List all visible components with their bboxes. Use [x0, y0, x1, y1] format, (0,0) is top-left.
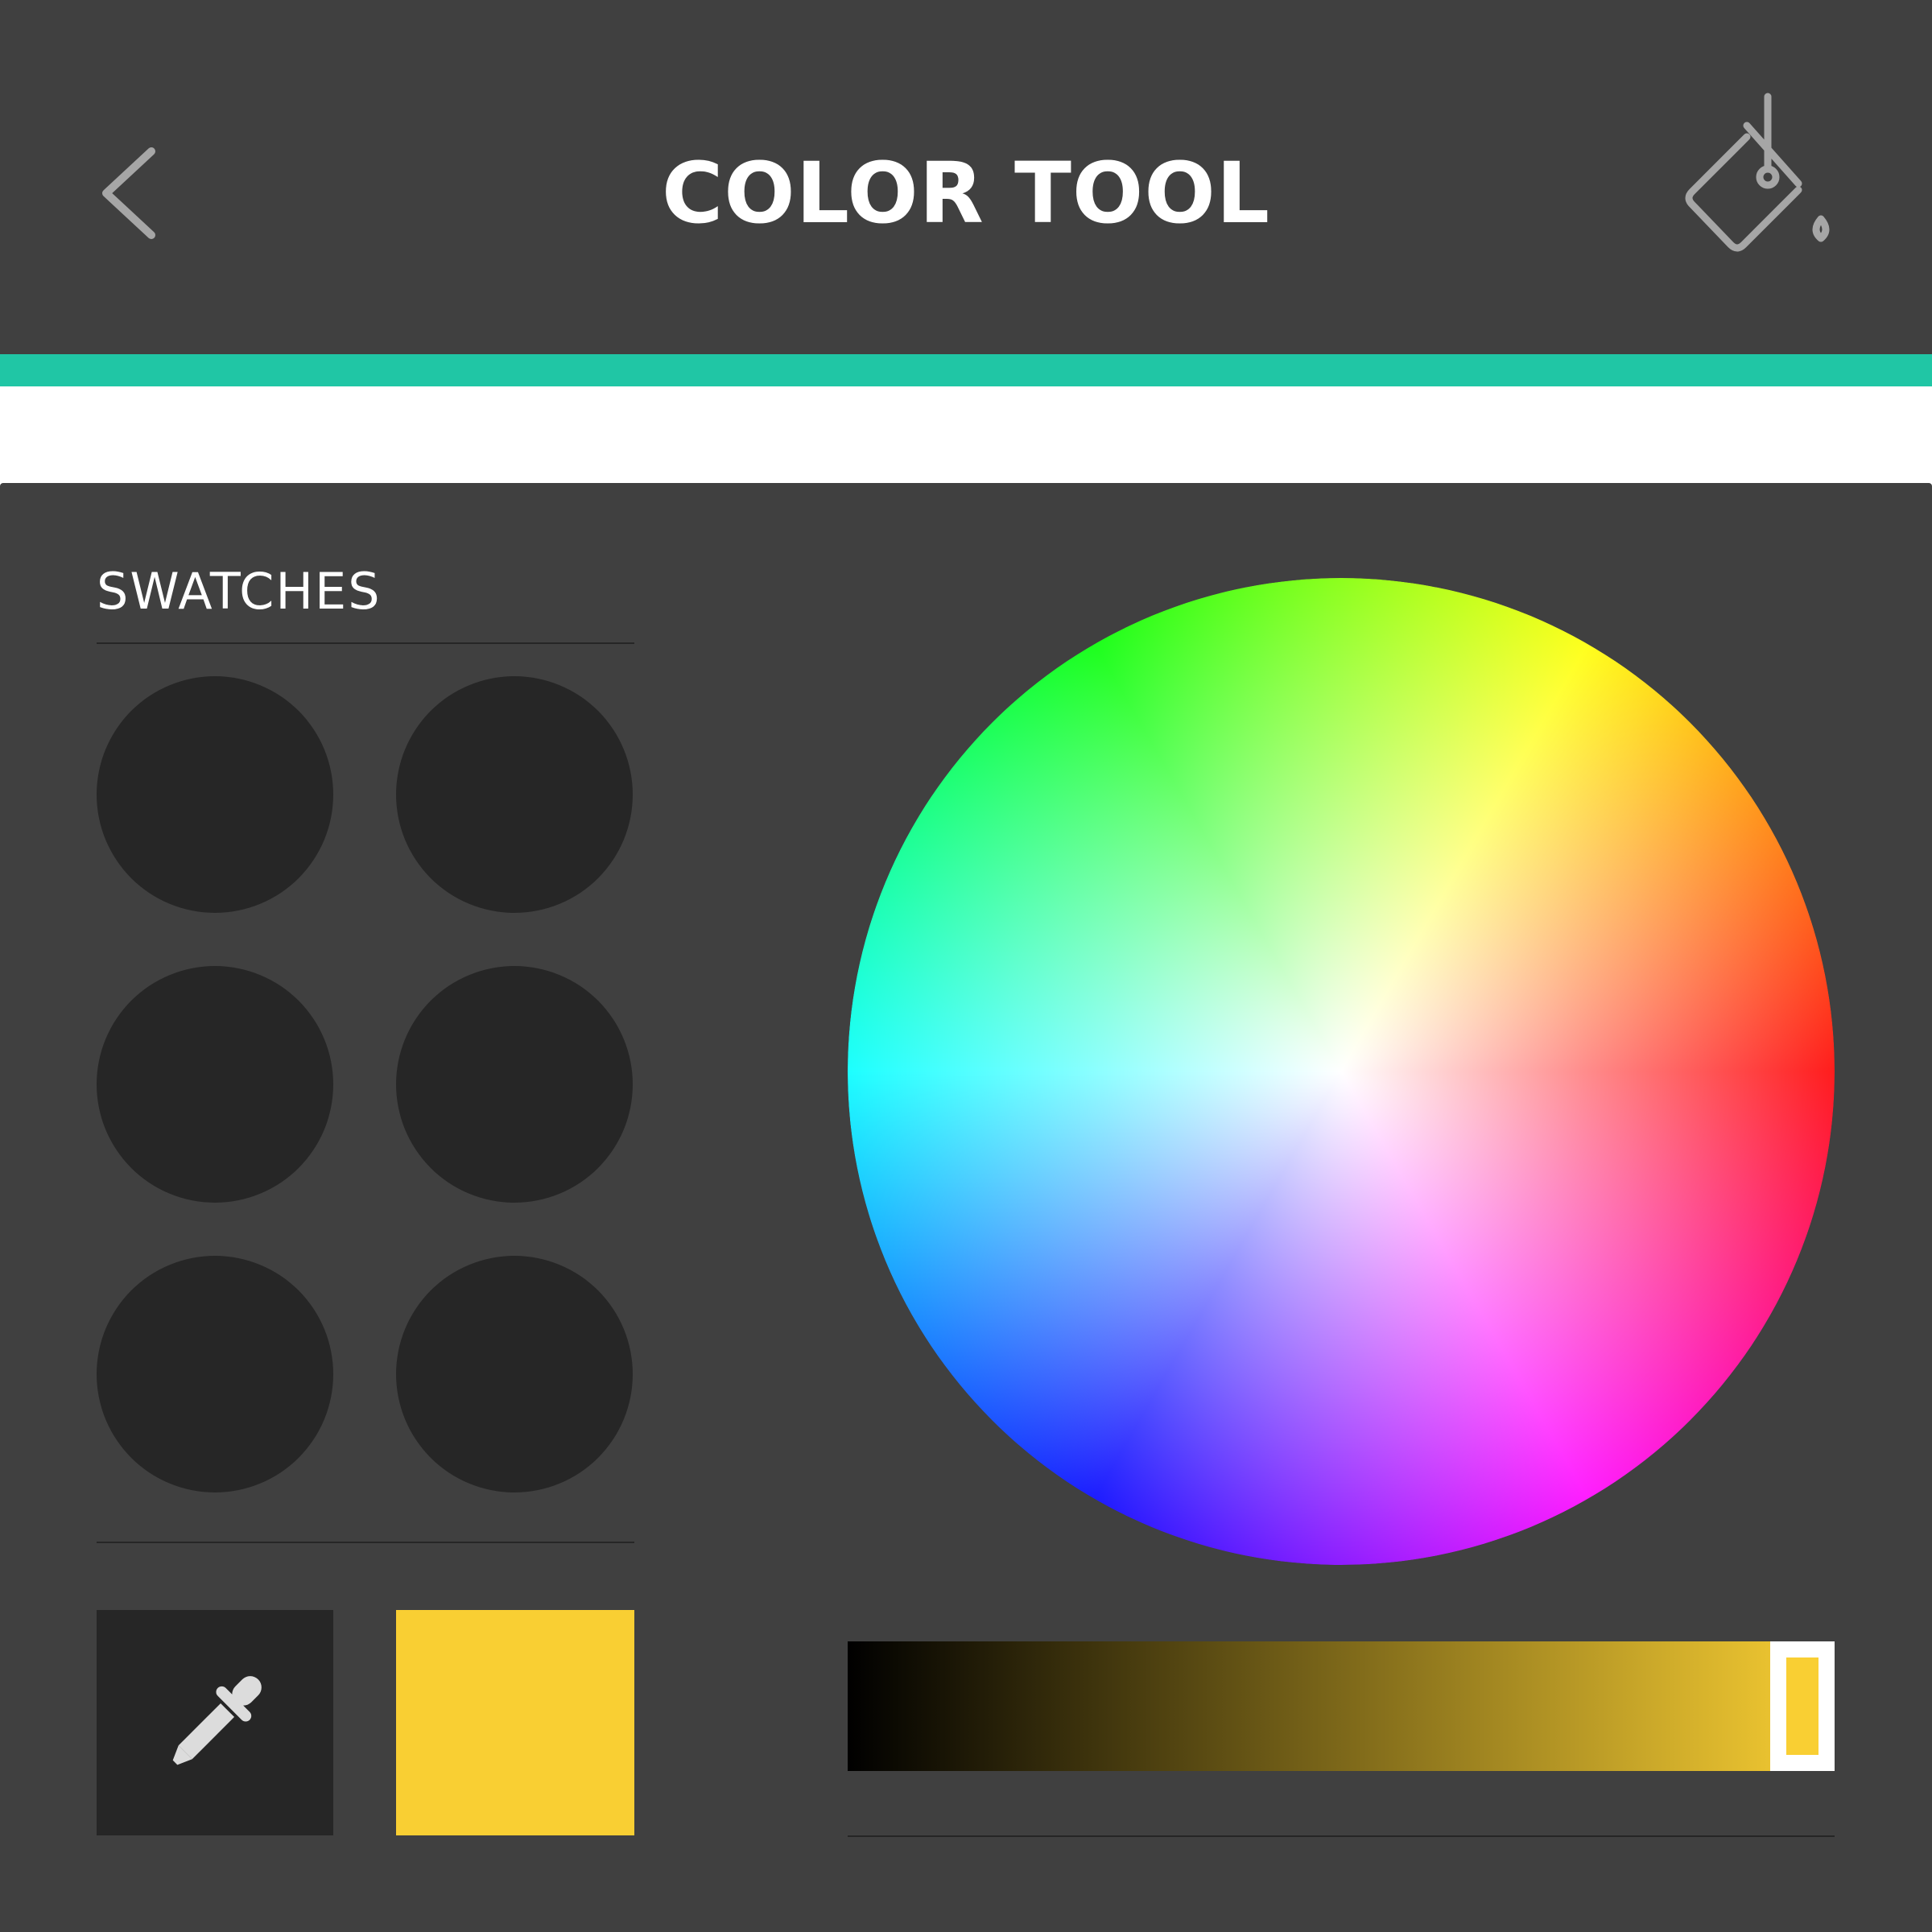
page-title: COLOR TOOL — [661, 144, 1271, 242]
swatch-2[interactable] — [396, 676, 633, 913]
brightness-slider-handle[interactable] — [1770, 1641, 1835, 1771]
slider-divider — [848, 1835, 1835, 1837]
paint-bucket-button[interactable] — [1674, 89, 1843, 266]
app-header: COLOR TOOL — [0, 0, 1932, 354]
paint-bucket-icon — [1685, 93, 1830, 252]
current-color-preview — [396, 1610, 634, 1835]
color-wheel-saturation — [848, 578, 1835, 1565]
swatch-6[interactable] — [396, 1256, 633, 1492]
accent-bar — [0, 354, 1932, 386]
swatches-label: SWATCHES — [97, 562, 382, 621]
swatches-top-divider — [97, 642, 634, 644]
swatches-bottom-divider — [97, 1542, 634, 1543]
swatch-1[interactable] — [97, 676, 333, 913]
color-wheel[interactable] — [848, 578, 1835, 1565]
eyedropper-button[interactable] — [97, 1610, 333, 1835]
swatch-3[interactable] — [97, 966, 333, 1203]
swatch-5[interactable] — [97, 1256, 333, 1492]
swatch-4[interactable] — [396, 966, 633, 1203]
spacer-strip — [0, 386, 1932, 483]
eyedropper-icon — [172, 1676, 262, 1765]
brightness-slider[interactable] — [848, 1641, 1835, 1771]
